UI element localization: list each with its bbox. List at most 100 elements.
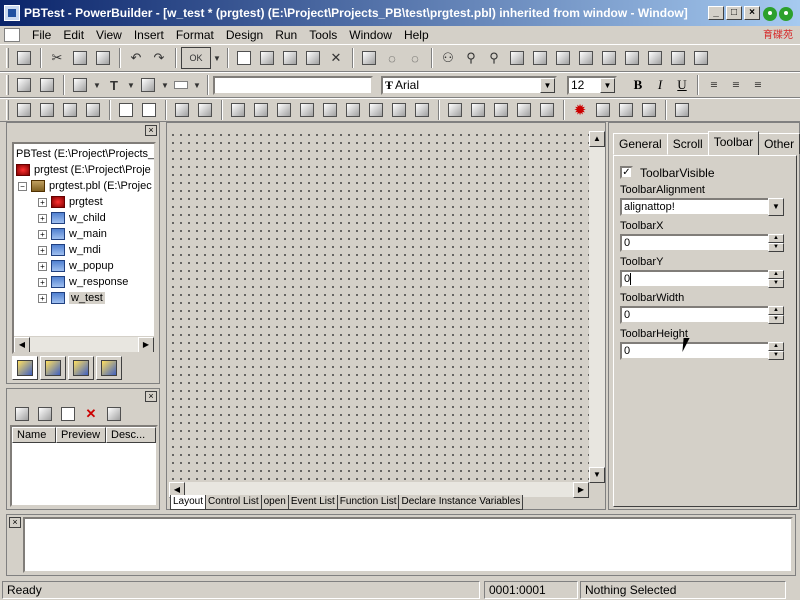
align-controls-icon[interactable] (69, 74, 91, 96)
menu-view[interactable]: View (90, 28, 128, 42)
tool-i-icon[interactable] (365, 99, 387, 121)
chevron-down-icon[interactable]: ▼ (126, 74, 136, 96)
powerbuilder-app-icon[interactable] (4, 5, 20, 21)
toolbar-grip[interactable] (6, 48, 9, 68)
column-preview[interactable]: Preview (56, 427, 106, 443)
chevron-down-icon[interactable]: ▼ (212, 47, 222, 69)
library-painter-icon[interactable] (36, 99, 58, 121)
paste-icon[interactable] (11, 403, 33, 425)
tab-scroll[interactable]: Scroll (666, 133, 709, 155)
toolbar-grip[interactable] (6, 75, 9, 95)
tab-event-list[interactable]: Event List (287, 495, 338, 510)
search-icon[interactable] (82, 99, 104, 121)
restore-button[interactable]: □ (726, 6, 742, 20)
tab-function-list[interactable]: Function List (336, 495, 400, 510)
background-color-icon[interactable] (137, 74, 159, 96)
chevron-down-icon[interactable]: ▼ (600, 77, 615, 93)
tab-other[interactable]: Other (758, 133, 800, 155)
menu-file[interactable]: File (26, 28, 57, 42)
library-icon[interactable] (506, 47, 528, 69)
italic-button[interactable]: I (649, 74, 671, 96)
tool-d-icon[interactable] (250, 99, 272, 121)
window-icon[interactable] (358, 47, 380, 69)
preview-icon[interactable] (302, 47, 324, 69)
tool-h-icon[interactable] (342, 99, 364, 121)
menu-window[interactable]: Window (343, 28, 398, 42)
copy-icon[interactable] (69, 47, 91, 69)
tab-toolbar[interactable]: Toolbar (707, 131, 760, 155)
tool1-icon[interactable] (529, 47, 551, 69)
expand-icon[interactable]: + (38, 293, 47, 303)
edit-icon[interactable] (103, 403, 125, 425)
tab-output[interactable] (68, 356, 94, 380)
chevron-down-icon[interactable]: ▼ (192, 74, 202, 96)
exit-icon[interactable] (671, 99, 693, 121)
tool-r-icon[interactable] (615, 99, 637, 121)
tool-q-icon[interactable] (592, 99, 614, 121)
tool3-icon[interactable] (575, 47, 597, 69)
scroll-right-icon[interactable]: ▶ (573, 482, 589, 498)
mdi-window-icon[interactable] (4, 28, 20, 42)
canvas-vertical-scrollbar[interactable]: ▲ ▼ (589, 131, 605, 483)
lasso-icon[interactable]: ◌ (381, 47, 403, 69)
tree-item-w-popup[interactable]: + w_popup (38, 258, 114, 274)
align-left-icon[interactable] (13, 74, 35, 96)
paste-icon[interactable] (92, 47, 114, 69)
menu-insert[interactable]: Insert (128, 28, 170, 42)
tree-horizontal-scrollbar[interactable]: ◀ ▶ (14, 336, 154, 352)
chevron-down-icon[interactable]: ▼ (92, 74, 102, 96)
system-tree-icon[interactable] (13, 99, 35, 121)
tree-target[interactable]: prgtest (E:\Project\Proje (16, 162, 151, 178)
close-icon[interactable]: × (145, 391, 157, 402)
tool-b-icon[interactable] (194, 99, 216, 121)
tool2-icon[interactable] (552, 47, 574, 69)
output-area[interactable] (23, 517, 793, 573)
new-icon[interactable] (233, 47, 255, 69)
spinner[interactable]: ▲ ▼ (768, 342, 784, 360)
column-description[interactable]: Desc... (106, 427, 156, 443)
minimize-button[interactable]: _ (708, 6, 724, 20)
style-name-combo[interactable] (213, 75, 373, 95)
spinner[interactable]: ▲ ▼ (768, 234, 784, 252)
tree-item-w-main[interactable]: + w_main (38, 226, 107, 242)
delete-icon[interactable]: ✕ (325, 47, 347, 69)
font-size-combo[interactable]: 12 ▼ (567, 75, 617, 95)
expand-icon[interactable]: + (38, 245, 47, 255)
delete-icon[interactable]: ✕ (80, 403, 102, 425)
binoculars-icon[interactable]: ⚇ (437, 47, 459, 69)
tool7-icon[interactable] (667, 47, 689, 69)
tool4-icon[interactable] (598, 47, 620, 69)
tool-s-icon[interactable] (638, 99, 660, 121)
spinner[interactable]: ▲ ▼ (768, 306, 784, 324)
replace-icon[interactable]: ⚲ (483, 47, 505, 69)
text-style-icon[interactable]: T (103, 74, 125, 96)
scroll-up-icon[interactable]: ▲ (589, 131, 605, 147)
menu-format[interactable]: Format (170, 28, 220, 42)
chevron-down-icon[interactable]: ▼ (160, 74, 170, 96)
tree-library[interactable]: − prgtest.pbl (E:\Projec (18, 178, 152, 194)
menu-edit[interactable]: Edit (57, 28, 90, 42)
tree-item-w-mdi[interactable]: + w_mdi (38, 242, 101, 258)
chevron-down-icon[interactable]: ▼ (540, 77, 555, 93)
tree-item-w-test[interactable]: + w_test (38, 290, 105, 306)
expand-icon[interactable]: + (38, 213, 47, 223)
font-name-combo[interactable]: Ŧ Arial ▼ (381, 75, 557, 95)
tool-e-icon[interactable] (273, 99, 295, 121)
undo-icon[interactable]: ↶ (125, 47, 147, 69)
menu-design[interactable]: Design (220, 28, 269, 42)
tree-item-prgtest[interactable]: + prgtest (38, 194, 103, 210)
tool-o-icon[interactable] (513, 99, 535, 121)
chevron-down-icon[interactable]: ▼ (768, 198, 784, 216)
expand-icon[interactable]: + (38, 197, 47, 207)
align-right-icon[interactable] (36, 74, 58, 96)
debug-icon[interactable]: ✹ (569, 99, 591, 121)
tool-k-icon[interactable] (411, 99, 433, 121)
toolbar-visible-checkbox[interactable]: ✓ (620, 166, 633, 179)
layout-view-icon[interactable] (115, 99, 137, 121)
tab-control-list[interactable]: Control List (205, 495, 262, 510)
tool-g-icon[interactable] (319, 99, 341, 121)
tab-clip[interactable] (40, 356, 66, 380)
tool-p-icon[interactable] (536, 99, 558, 121)
expand-icon[interactable]: + (38, 229, 47, 239)
column-name[interactable]: Name (12, 427, 56, 443)
